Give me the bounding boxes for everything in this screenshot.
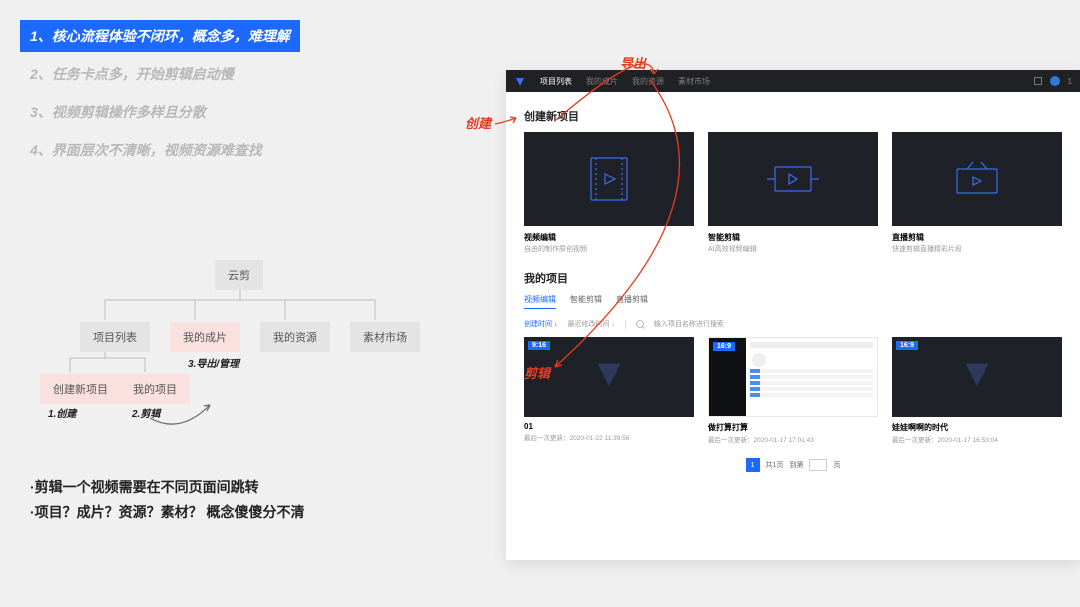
create-card-sub-1: AI高效视频编辑 [708, 244, 878, 254]
project-title-2: 娃娃啊啊的时代 [892, 422, 1062, 433]
annot-export: 导出 [620, 56, 647, 71]
pagination: 1 共1页 到第 页 [524, 458, 1062, 472]
cap-create: 1.创建 [48, 405, 76, 420]
create-card-live[interactable]: 直播剪辑 快速剪辑直播精彩片段 [892, 132, 1062, 254]
section-my-title: 我的项目 [524, 270, 1062, 286]
create-card-sub-0: 自由的制作原创视频 [524, 244, 694, 254]
bullet-2: ·项目？成片？资源？素材？ 概念傻傻分不清 [30, 500, 305, 525]
nav-tab-1[interactable]: 我的成片 [586, 76, 618, 87]
create-card-title-0: 视频编辑 [524, 232, 694, 243]
project-card-1[interactable]: 16:9 做打算打算 最后一次更新：2020-01-17 17:01:43 [708, 337, 878, 444]
search-placeholder[interactable]: 输入项目名称进行搜索 [654, 319, 724, 329]
ratio-badge-0: 9:16 [528, 341, 550, 350]
sort-created[interactable]: 创建时间 ↓ [524, 319, 557, 329]
project-card-2[interactable]: 16:9 娃娃啊啊的时代 最后一次更新：2020-01-17 16:53:04 [892, 337, 1062, 444]
video-logo-icon [592, 358, 626, 397]
page-total: 共1页 [766, 460, 784, 470]
create-card-title-1: 智能剪辑 [708, 232, 878, 243]
proj-tab-1[interactable]: 智能剪辑 [570, 294, 602, 309]
cap-edit: 2.剪辑 [132, 405, 160, 420]
cap-export: 3.导出/管理 [188, 355, 239, 370]
sort-divider [625, 320, 626, 329]
ratio-badge-1: 16:9 [713, 342, 735, 351]
nav-tab-0[interactable]: 项目列表 [540, 76, 572, 87]
issue-2: 2、任务卡点多，开始剪辑启动慢 [20, 58, 244, 90]
node-l2-3: 素材市场 [350, 322, 420, 352]
node-l2-1: 我的成片 [170, 322, 240, 352]
page-current[interactable]: 1 [746, 458, 760, 472]
project-sub-0: 最后一次更新：2020-01-22 11:39:56 [524, 432, 694, 442]
node-l2-2: 我的资源 [260, 322, 330, 352]
section-create-title: 创建新项目 [524, 108, 1062, 124]
node-l2-0: 项目列表 [80, 322, 150, 352]
sort-modified[interactable]: 最近修改时间 ↓ [567, 319, 614, 329]
app-topbar: 项目列表 我的成片 我的资源 素材市场 1 [506, 70, 1080, 92]
page-jump-label: 到第 [789, 460, 803, 470]
top-user: 1 [1068, 77, 1072, 86]
hierarchy-diagram: 云剪 项目列表 我的成片 我的资源 素材市场 创建新项目 我的项目 1.创建 2… [40, 250, 440, 450]
proj-tab-0[interactable]: 视频编辑 [524, 294, 556, 309]
create-card-video[interactable]: 视频编辑 自由的制作原创视频 [524, 132, 694, 254]
issue-1: 1、核心流程体验不闭环，概念多，难理解 [20, 20, 300, 52]
project-title-1: 做打算打算 [708, 422, 878, 433]
project-title-0: 01 [524, 422, 694, 431]
node-l3-1: 我的项目 [120, 374, 190, 404]
create-card-sub-2: 快速剪辑直播精彩片段 [892, 244, 1062, 254]
search-icon[interactable] [636, 320, 644, 328]
bullet-1: ·剪辑一个视频需要在不同页面间跳转 [30, 475, 305, 500]
page-jump-input[interactable] [809, 459, 827, 471]
proj-tab-2[interactable]: 直播剪辑 [616, 294, 648, 309]
page-jump-suffix: 页 [833, 460, 840, 470]
nav-tab-3[interactable]: 素材市场 [678, 76, 710, 87]
node-l3-0: 创建新项目 [40, 374, 121, 404]
app-window: 项目列表 我的成片 我的资源 素材市场 1 创建新项目 视频编辑 自由的制作原创… [506, 70, 1080, 560]
ratio-badge-2: 16:9 [896, 341, 918, 350]
node-root: 云剪 [215, 260, 263, 290]
create-card-title-2: 直播剪辑 [892, 232, 1062, 243]
issue-3: 3、视频剪辑操作多样且分散 [20, 96, 216, 128]
project-sub-2: 最后一次更新：2020-01-17 16:53:04 [892, 434, 1062, 444]
project-sub-1: 最后一次更新：2020-01-17 17:01:43 [708, 434, 878, 444]
create-card-smart[interactable]: 智能剪辑 AI高效视频编辑 [708, 132, 878, 254]
app-logo-icon [514, 75, 526, 87]
issue-4: 4、界面层次不清晰，视频资源难查找 [20, 134, 272, 166]
video-logo-icon [960, 358, 994, 397]
avatar[interactable] [1050, 76, 1060, 86]
nav-tab-2[interactable]: 我的资源 [632, 76, 664, 87]
checkbox-icon[interactable] [1034, 77, 1042, 85]
project-card-0[interactable]: 9:16 01 最后一次更新：2020-01-22 11:39:56 [524, 337, 694, 444]
